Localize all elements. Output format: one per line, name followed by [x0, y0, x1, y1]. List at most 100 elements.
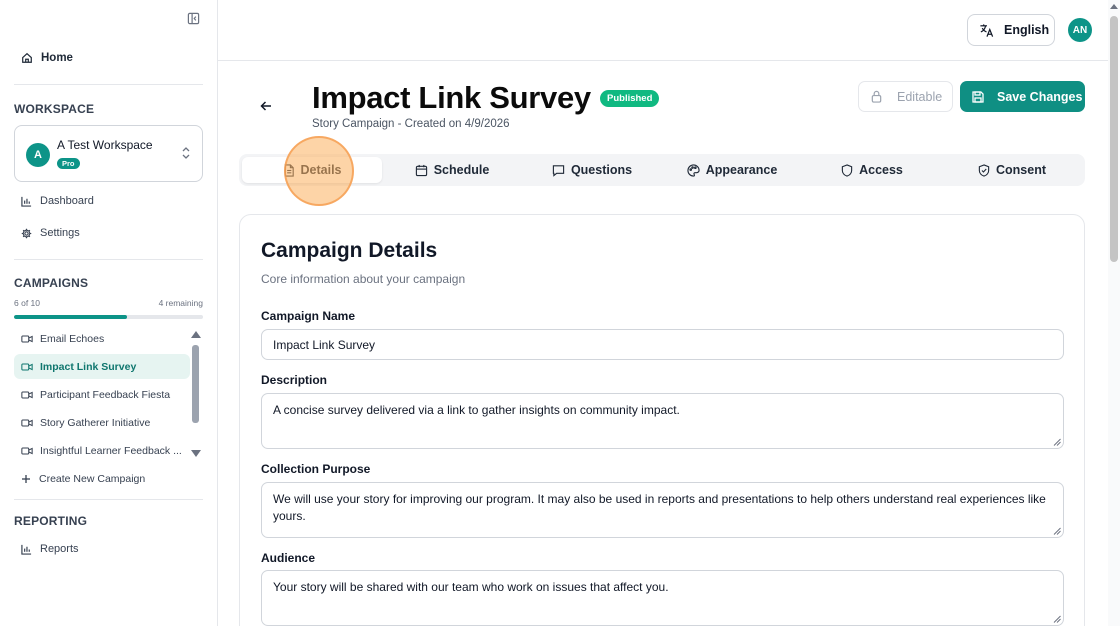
reporting-section-title: REPORTING — [14, 514, 88, 528]
workspace-switcher[interactable]: A A Test Workspace Pro — [14, 125, 203, 182]
tab-label: Consent — [996, 163, 1046, 177]
page-title: Impact Link Survey — [312, 80, 591, 115]
tab-label: Appearance — [705, 163, 778, 177]
tab-questions[interactable]: Questions — [522, 157, 662, 183]
editable-button[interactable]: Editable — [858, 81, 953, 112]
list-item-campaign[interactable]: Story Gatherer Initiative — [14, 410, 190, 435]
save-icon — [972, 90, 984, 103]
palette-icon — [687, 163, 700, 177]
tab-label: Details — [300, 163, 342, 177]
description-textarea[interactable]: A concise survey delivered via a link to… — [261, 393, 1064, 449]
collection-purpose-textarea[interactable]: We will use your story for improving our… — [261, 482, 1064, 538]
list-item-campaign[interactable]: Email Echoes — [14, 326, 190, 351]
sidebar-item-reports[interactable]: Reports — [14, 536, 202, 562]
plus-icon — [22, 474, 30, 483]
tab-label: Access — [859, 163, 903, 177]
sidebar-item-settings[interactable]: Settings — [14, 220, 202, 246]
campaign-list-scrollbar[interactable] — [191, 331, 201, 457]
scrollbar-thumb[interactable] — [1110, 16, 1118, 262]
resize-handle-icon[interactable] — [1053, 615, 1061, 623]
tab-label: Schedule — [433, 163, 490, 177]
resize-handle-icon[interactable] — [1053, 438, 1061, 446]
save-changes-label: Save Changes — [997, 89, 1083, 104]
language-selector[interactable]: English — [967, 14, 1055, 46]
description-text: A concise survey delivered via a link to… — [273, 403, 680, 417]
language-label: English — [1004, 23, 1050, 37]
audience-label: Audience — [261, 551, 316, 565]
campaign-usage-bar-fill — [14, 315, 128, 319]
campaign-details-card: Campaign Details Core information about … — [239, 214, 1085, 626]
description-label: Description — [261, 373, 328, 387]
list-item-campaign[interactable]: Insightful Learner Feedback ... — [14, 438, 190, 463]
create-campaign-button[interactable]: Create New Campaign — [14, 466, 145, 491]
sidebar-collapse-icon[interactable] — [184, 9, 202, 27]
scrollbar-thumb[interactable] — [192, 345, 199, 423]
top-bar: English AN — [218, 0, 1108, 61]
user-avatar[interactable]: AN — [1068, 18, 1092, 42]
campaign-usage-count: 6 of 10 — [14, 298, 40, 308]
video-icon — [21, 362, 33, 371]
chevron-up-down-icon — [181, 146, 191, 165]
status-badge: Published — [600, 90, 660, 107]
tab-appearance[interactable]: Appearance — [662, 157, 802, 183]
tab-label: Questions — [570, 163, 633, 177]
page-scrollbar[interactable] — [1108, 0, 1120, 626]
workspace-plan-badge: Pro — [57, 158, 80, 169]
campaigns-section-title: CAMPAIGNS — [14, 276, 89, 290]
tab-access[interactable]: Access — [802, 157, 942, 183]
tab-consent[interactable]: Consent — [942, 157, 1082, 183]
card-description: Core information about your campaign — [261, 272, 466, 286]
tab-details[interactable]: Details — [242, 157, 382, 183]
calendar-icon — [415, 164, 427, 176]
list-item-campaign[interactable]: Participant Feedback Fiesta — [14, 382, 190, 407]
video-icon — [21, 418, 33, 427]
workspace-section-title: WORKSPACE — [14, 102, 95, 116]
workspace-name: A Test Workspace — [57, 138, 153, 152]
sidebar-item-label: Settings — [40, 227, 80, 239]
campaign-usage-remaining: 4 remaining — [158, 298, 203, 308]
editable-label: Editable — [897, 89, 943, 104]
video-icon — [21, 334, 33, 343]
sidebar-item-home[interactable]: Home — [14, 45, 202, 71]
card-title: Campaign Details — [261, 239, 438, 262]
sidebar: Home WORKSPACE A A Test Workspace Pro Da… — [0, 0, 218, 626]
scroll-up-arrow-icon[interactable] — [1110, 4, 1118, 9]
campaign-name-label: Campaign Name — [261, 309, 356, 323]
campaign-label: Participant Feedback Fiesta — [40, 388, 171, 401]
divider — [14, 84, 203, 85]
list-item-campaign-active[interactable]: Impact Link Survey — [14, 354, 190, 379]
audience-text: Your story will be shared with our team … — [273, 580, 669, 594]
campaign-tabs: Details Schedule Questions Appearance Ac… — [239, 154, 1085, 186]
page-subtitle: Story Campaign - Created on 4/9/2026 — [312, 118, 510, 130]
bar-chart-icon — [21, 544, 32, 555]
collection-purpose-text: We will use your story for improving our… — [273, 492, 1046, 523]
shield-check-icon — [978, 163, 990, 177]
workspace-avatar: A — [26, 143, 50, 167]
audience-textarea[interactable]: Your story will be shared with our team … — [261, 570, 1064, 626]
campaign-label: Impact Link Survey — [40, 360, 137, 373]
shield-icon — [841, 163, 853, 177]
sidebar-item-dashboard[interactable]: Dashboard — [14, 188, 202, 214]
divider — [14, 259, 203, 260]
campaign-label: Story Gatherer Initiative — [40, 416, 151, 429]
scroll-down-arrow-icon[interactable] — [191, 450, 201, 457]
bar-chart-icon — [21, 196, 32, 207]
back-arrow-icon[interactable] — [257, 97, 275, 115]
sidebar-item-label: Reports — [40, 543, 79, 555]
resize-handle-icon[interactable] — [1053, 527, 1061, 535]
translate-icon — [980, 23, 994, 37]
scroll-up-arrow-icon[interactable] — [191, 331, 201, 338]
message-icon — [552, 164, 565, 177]
sidebar-item-label: Dashboard — [40, 195, 94, 207]
gear-icon — [21, 228, 32, 238]
video-icon — [21, 446, 33, 455]
save-changes-button[interactable]: Save Changes — [960, 81, 1085, 112]
collection-purpose-label: Collection Purpose — [261, 462, 371, 476]
video-icon — [21, 390, 33, 399]
campaign-name-input[interactable]: Impact Link Survey — [261, 329, 1064, 360]
campaign-list: Email Echoes Impact Link Survey Particip… — [14, 326, 190, 466]
document-icon — [284, 163, 294, 177]
campaign-usage: 6 of 10 4 remaining — [14, 298, 203, 308]
tab-schedule[interactable]: Schedule — [382, 157, 522, 183]
campaign-label: Insightful Learner Feedback ... — [40, 444, 182, 457]
